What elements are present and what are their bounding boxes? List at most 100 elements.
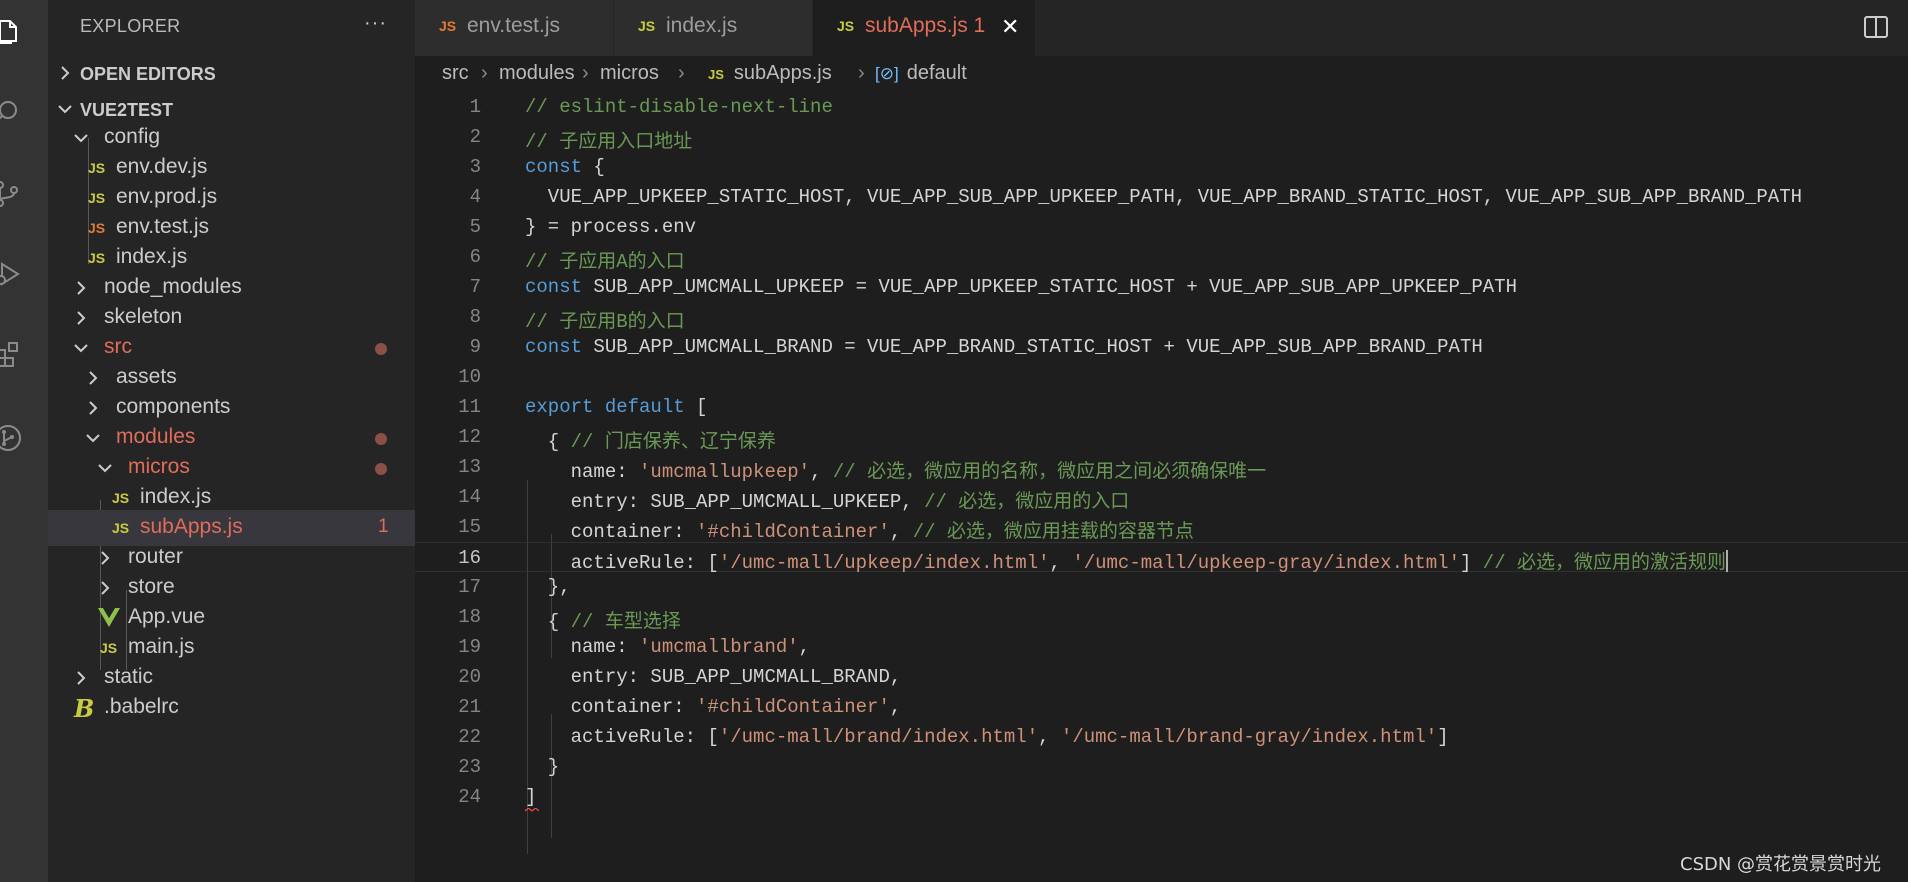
- code-text: const SUB_APP_UMCMALL_BRAND = VUE_APP_BR…: [525, 336, 1483, 358]
- code-line[interactable]: 6 // 子应用A的入口: [415, 242, 1908, 273]
- code-line[interactable]: 18 { // 车型选择: [415, 602, 1908, 633]
- tree-item-label: skeleton: [104, 305, 183, 328]
- tree-item-babelrc[interactable]: B .babelrc: [48, 690, 415, 726]
- problems-count: 1: [378, 516, 389, 537]
- file-tree: build config JS env.dev.js JS env.prod.j…: [48, 120, 415, 882]
- code-line[interactable]: 9 const SUB_APP_UMCMALL_BRAND = VUE_APP_B…: [415, 332, 1908, 362]
- tree-item-label: index.js: [116, 245, 188, 268]
- code-text: VUE_APP_UPKEEP_STATIC_HOST, VUE_APP_SUB_…: [525, 186, 1803, 208]
- code-line[interactable]: 8 // 子应用B的入口: [415, 302, 1908, 333]
- modified-dot: [375, 433, 387, 445]
- tree-item-label: env.dev.js: [116, 155, 208, 178]
- activity-bar: [0, 0, 48, 882]
- code-text: ]: [525, 786, 537, 808]
- split-editor-icon[interactable]: [1864, 16, 1888, 38]
- breadcrumb-item[interactable]: modules: [499, 62, 575, 85]
- code-line[interactable]: 19 name: 'umcmallbrand',: [415, 632, 1908, 662]
- tab-bar: JS env.test.js JS index.js JS subApps.js…: [415, 0, 1908, 56]
- tree-item-label: micros: [128, 455, 190, 478]
- explorer-icon[interactable]: [0, 8, 48, 56]
- chevron-down-icon: [98, 464, 112, 473]
- line-number: 15: [458, 516, 481, 538]
- tree-item-label: node_modules: [104, 275, 242, 298]
- code-line[interactable]: 14 entry: SUB_APP_UMCMALL_UPKEEP, // 必选，…: [415, 482, 1908, 513]
- line-number: 23: [458, 756, 481, 778]
- code-line[interactable]: 4 VUE_APP_UPKEEP_STATIC_HOST, VUE_APP_SU…: [415, 182, 1908, 212]
- code-line[interactable]: 13 name: 'umcmallupkeep', // 必选，微应用的名称，微…: [415, 452, 1908, 483]
- code-line[interactable]: 12 { // 门店保养、辽宁保养: [415, 422, 1908, 453]
- code-line[interactable]: 24]: [415, 782, 1908, 812]
- tree-item-label: modules: [116, 425, 196, 448]
- tree-item-label: components: [116, 395, 231, 418]
- project-label: VUE2TEST: [80, 100, 174, 120]
- chevron-right-icon: [101, 551, 110, 565]
- breadcrumb-symbol[interactable]: [⊘] default: [875, 62, 967, 85]
- vue-file-icon: [98, 608, 120, 627]
- close-icon[interactable]: ✕: [1001, 14, 1019, 40]
- code-line[interactable]: 15 container: '#childContainer', // 必选，微…: [415, 512, 1908, 543]
- line-number: 6: [469, 246, 481, 268]
- code-line[interactable]: 20 entry: SUB_APP_UMCMALL_BRAND,: [415, 662, 1908, 692]
- more-actions-button[interactable]: ···: [364, 12, 387, 35]
- js-file-icon: JS: [439, 18, 457, 34]
- open-editors-section[interactable]: OPEN EDITORS: [48, 56, 415, 92]
- line-number: 7: [469, 276, 481, 298]
- breadcrumb-item[interactable]: micros: [600, 62, 659, 85]
- code-text: container: '#childContainer',: [525, 696, 902, 718]
- js-file-icon: JS: [88, 190, 106, 206]
- breadcrumb-file[interactable]: JS subApps.js: [708, 62, 832, 85]
- run-debug-icon[interactable]: [0, 250, 48, 298]
- line-number: 19: [458, 636, 481, 658]
- line-number: 22: [458, 726, 481, 748]
- extensions-icon[interactable]: [0, 330, 48, 378]
- chevron-down-icon: [58, 105, 72, 114]
- source-control-icon[interactable]: [0, 170, 48, 218]
- code-line[interactable]: 7 const SUB_APP_UMCMALL_UPKEEP = VUE_APP_…: [415, 272, 1908, 302]
- line-number: 3: [469, 156, 481, 178]
- breadcrumb-item[interactable]: src: [442, 62, 469, 85]
- tree-item-label: subApps.js: [140, 515, 243, 538]
- tab-subapps[interactable]: JS subApps.js 1 ✕: [813, 0, 1036, 56]
- code-line[interactable]: 3 const {: [415, 152, 1908, 182]
- code-line[interactable]: 22 activeRule: ['/umc-mall/brand/index.h…: [415, 722, 1908, 752]
- tree-item-label: src: [104, 335, 132, 358]
- code-text: } = process.env: [525, 216, 697, 238]
- code-text: { // 门店保养、辽宁保养: [525, 431, 776, 453]
- watermark: CSDN @赏花赏景赏时光: [1680, 854, 1882, 875]
- explorer-sidebar: EXPLORER ··· OPEN EDITORS VUE2TEST build…: [48, 0, 415, 882]
- code-line[interactable]: 16 activeRule: ['/umc-mall/upkeep/index.…: [415, 542, 1908, 574]
- line-number: 17: [458, 576, 481, 598]
- code-line[interactable]: 5} = process.env: [415, 212, 1908, 242]
- code-line[interactable]: 10: [415, 362, 1908, 392]
- line-number: 16: [458, 547, 481, 569]
- code-line[interactable]: 17 },: [415, 572, 1908, 602]
- js-file-icon: JS: [88, 220, 106, 236]
- tree-item-label: .babelrc: [104, 695, 179, 718]
- code-line[interactable]: 2 // 子应用入口地址: [415, 122, 1908, 153]
- tree-item-label: env.test.js: [116, 215, 209, 238]
- line-number: 2: [469, 126, 481, 148]
- code-text: // 子应用入口地址: [525, 131, 693, 153]
- tab-index[interactable]: JS index.js: [614, 0, 813, 56]
- code-editor[interactable]: 1// eslint-disable-next-line 2// 子应用入口地址 3…: [415, 92, 1908, 882]
- code-text: activeRule: ['/umc-mall/brand/index.html…: [525, 726, 1449, 748]
- js-file-icon: JS: [837, 18, 855, 34]
- js-file-icon: JS: [112, 490, 130, 506]
- code-line[interactable]: 11 export default [: [415, 392, 1908, 422]
- chevron-right-icon: ›: [678, 62, 685, 84]
- js-file-icon: JS: [88, 250, 106, 266]
- breadcrumb-item: subApps.js: [733, 62, 832, 84]
- breadcrumb: src › modules › micros › JS subApps.js › …: [415, 56, 1908, 92]
- tab-env-test[interactable]: JS env.test.js: [415, 0, 614, 56]
- code-line[interactable]: 23 }: [415, 752, 1908, 782]
- code-line[interactable]: 21 container: '#childContainer',: [415, 692, 1908, 722]
- symbol-icon: [⊘]: [875, 64, 899, 83]
- chevron-right-icon: ›: [481, 62, 488, 84]
- tab-label: env.test.js: [467, 14, 560, 37]
- tree-item-label: config: [104, 125, 161, 148]
- chevron-right-icon: [77, 281, 86, 295]
- search-icon[interactable]: [0, 88, 48, 136]
- code-line[interactable]: 1 // eslint-disable-next-line: [415, 92, 1908, 122]
- line-number: 11: [458, 396, 481, 418]
- git-graph-icon[interactable]: [0, 414, 48, 462]
